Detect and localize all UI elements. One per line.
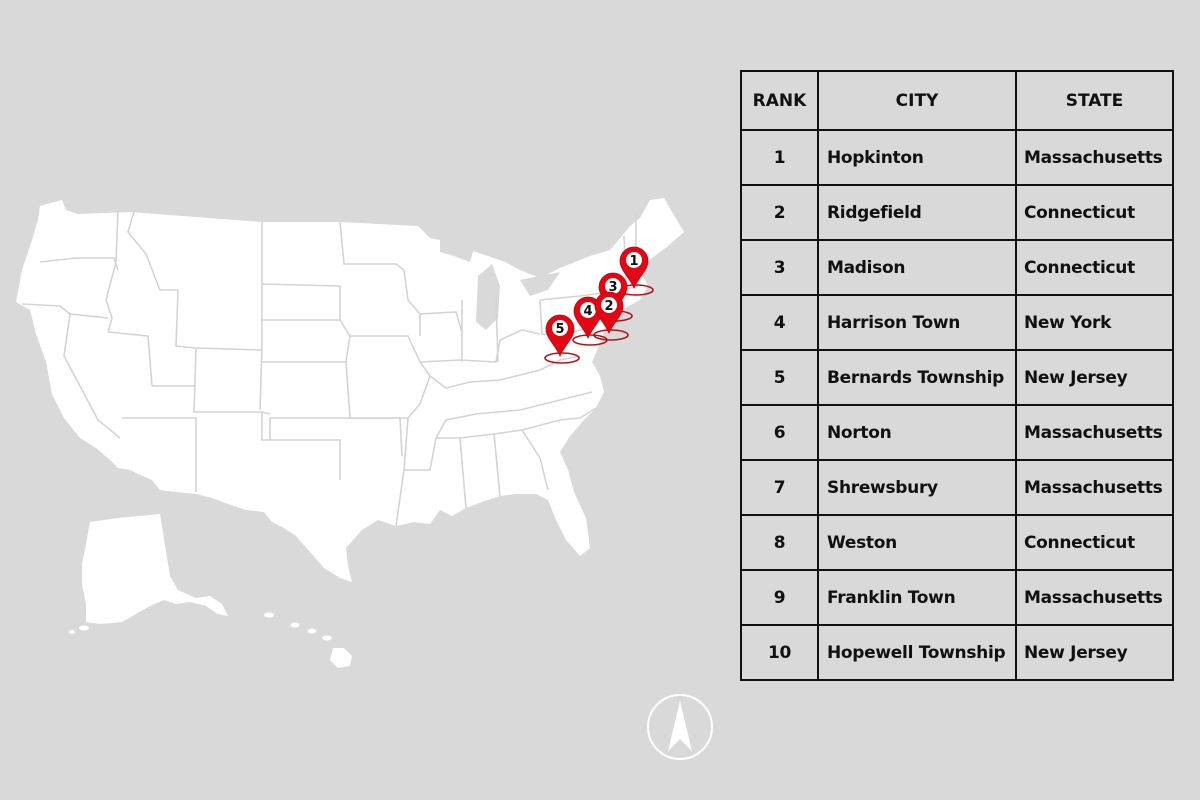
pin-number: 4	[583, 304, 592, 319]
rank-cell-text: 7	[773, 477, 786, 498]
state-cell: Massachusetts	[1015, 404, 1174, 461]
state-cell-text: Connecticut	[1024, 257, 1135, 278]
table-row: 4 Harrison Town New York	[740, 294, 1174, 351]
rank-cell: 2	[740, 184, 819, 241]
rank-cell: 8	[740, 514, 819, 571]
rank-cell-text: 8	[773, 532, 786, 553]
state-cell-text: Massachusetts	[1024, 422, 1163, 443]
rank-cell: 5	[740, 349, 819, 406]
header-rank: RANK	[740, 70, 819, 131]
city-cell: Weston	[817, 514, 1017, 571]
city-cell: Norton	[817, 404, 1017, 461]
pin-number: 2	[604, 299, 613, 314]
state-cell: New Jersey	[1015, 349, 1174, 406]
table-row: 10 Hopewell Township New Jersey	[740, 624, 1174, 681]
city-cell: Harrison Town	[817, 294, 1017, 351]
city-cell-text: Hopkinton	[827, 147, 924, 168]
rank-cell-text: 10	[767, 642, 792, 663]
table-row: 1 Hopkinton Massachusetts	[740, 129, 1174, 186]
table-row: 8 Weston Connecticut	[740, 514, 1174, 571]
state-cell: Connecticut	[1015, 239, 1174, 296]
state-cell: Massachusetts	[1015, 569, 1174, 626]
city-cell-text: Hopewell Township	[827, 642, 1006, 663]
state-cell: Massachusetts	[1015, 459, 1174, 516]
state-cell-text: New York	[1024, 312, 1112, 333]
compass	[647, 694, 713, 760]
aleutian-island	[69, 630, 75, 634]
city-cell: Shrewsbury	[817, 459, 1017, 516]
city-cell-text: Harrison Town	[827, 312, 961, 333]
table-row: 3 Madison Connecticut	[740, 239, 1174, 296]
rank-cell: 9	[740, 569, 819, 626]
hawaii-island	[264, 612, 274, 618]
city-cell: Hopewell Township	[817, 624, 1017, 681]
table-row: 9 Franklin Town Massachusetts	[740, 569, 1174, 626]
city-cell-text: Franklin Town	[827, 587, 956, 608]
rank-cell: 3	[740, 239, 819, 296]
state-cell-text: Massachusetts	[1024, 477, 1163, 498]
ranking-table: RANK CITY STATE 1 Hopkinton Massachusetts 2…	[740, 70, 1174, 681]
table-row: 6 Norton Massachusetts	[740, 404, 1174, 461]
rank-cell: 6	[740, 404, 819, 461]
header-city: CITY	[817, 70, 1017, 131]
rank-cell-text: 1	[773, 147, 786, 168]
north-arrow-icon	[668, 701, 692, 751]
city-cell-text: Norton	[827, 422, 892, 443]
table-row: 5 Bernards Township New Jersey	[740, 349, 1174, 406]
rank-cell-text: 2	[773, 202, 786, 223]
rank-cell-text: 5	[773, 367, 786, 388]
state-cell: Connecticut	[1015, 184, 1174, 241]
city-cell: Hopkinton	[817, 129, 1017, 186]
state-cell: Massachusetts	[1015, 129, 1174, 186]
aleutian-island	[79, 625, 89, 631]
city-cell: Bernards Township	[817, 349, 1017, 406]
hawaii-island	[307, 628, 317, 634]
us-map: 54321	[16, 198, 684, 668]
city-cell: Madison	[817, 239, 1017, 296]
rank-cell-text: 3	[773, 257, 786, 278]
header-state: STATE	[1015, 70, 1174, 131]
state-cell: Connecticut	[1015, 514, 1174, 571]
rank-cell: 4	[740, 294, 819, 351]
rank-cell-text: 9	[773, 587, 786, 608]
city-cell: Franklin Town	[817, 569, 1017, 626]
pin-number: 1	[629, 254, 638, 269]
state-cell: New Jersey	[1015, 624, 1174, 681]
state-cell-text: Massachusetts	[1024, 587, 1163, 608]
rank-cell-text: 6	[773, 422, 786, 443]
state-cell-text: Connecticut	[1024, 202, 1135, 223]
table-header-row: RANK CITY STATE	[740, 70, 1174, 131]
state-cell-text: Connecticut	[1024, 532, 1135, 553]
pin-number: 5	[555, 322, 564, 337]
city-cell-text: Madison	[827, 257, 906, 278]
city-cell-text: Ridgefield	[827, 202, 922, 223]
rank-cell: 10	[740, 624, 819, 681]
rank-cell-text: 4	[773, 312, 786, 333]
city-cell-text: Weston	[827, 532, 897, 553]
rank-cell: 1	[740, 129, 819, 186]
table-row: 2 Ridgefield Connecticut	[740, 184, 1174, 241]
state-cell: New York	[1015, 294, 1174, 351]
hawaii-island	[290, 622, 300, 628]
table-row: 7 Shrewsbury Massachusetts	[740, 459, 1174, 516]
state-cell-text: New Jersey	[1024, 642, 1128, 663]
city-cell-text: Shrewsbury	[827, 477, 938, 498]
city-cell-text: Bernards Township	[827, 367, 1004, 388]
hawaii-big-island	[330, 648, 352, 668]
hawaii-island	[322, 635, 332, 641]
alaska	[82, 514, 228, 624]
state-cell-text: Massachusetts	[1024, 147, 1163, 168]
city-cell: Ridgefield	[817, 184, 1017, 241]
state-cell-text: New Jersey	[1024, 367, 1128, 388]
rank-cell: 7	[740, 459, 819, 516]
